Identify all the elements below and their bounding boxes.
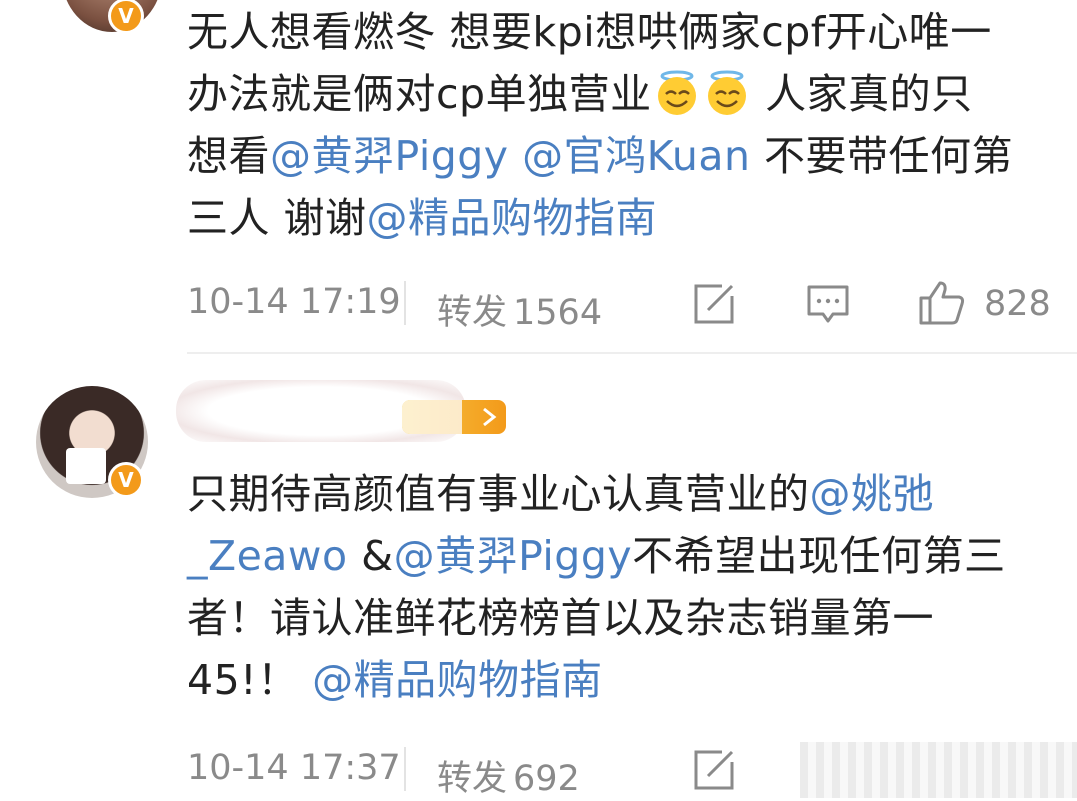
angel-emoji bbox=[707, 70, 746, 115]
watermark-overlay bbox=[800, 742, 1077, 798]
chevron-right-icon bbox=[483, 407, 497, 427]
mention-link[interactable]: @姚弛 bbox=[810, 470, 935, 518]
comment-line: 无人想看燃冬 想要kpi想哄俩家cpf开心唯一 bbox=[187, 8, 992, 56]
repost-label: 转发 bbox=[437, 759, 508, 799]
divider bbox=[404, 747, 406, 791]
repost-count: 1564 bbox=[513, 293, 603, 333]
comment-text: 无人想看燃冬 想要kpi想哄俩家cpf开心唯一 办法就是俩对cp单独营业 人家真… bbox=[187, 1, 1047, 249]
comment-line: 三人 谢谢@精品购物指南 bbox=[187, 194, 658, 242]
comment-line: 45!！ @精品购物指南 bbox=[187, 656, 603, 704]
like-count: 828 bbox=[984, 284, 1051, 324]
mention-link[interactable]: @黄羿Piggy bbox=[394, 532, 633, 580]
level-badge bbox=[402, 400, 506, 434]
edit-icon[interactable] bbox=[692, 282, 736, 326]
comment-line: 者！请认准鲜花榜榜首以及杂志销量第一 bbox=[187, 594, 934, 642]
repost-label: 转发 bbox=[437, 293, 508, 333]
verified-badge: V bbox=[108, 462, 144, 498]
verified-badge: V bbox=[108, 0, 144, 34]
edit-icon[interactable] bbox=[692, 748, 736, 792]
avatar-mug bbox=[66, 448, 106, 484]
timestamp: 10-14 17:19 bbox=[187, 282, 401, 322]
comment-icon[interactable] bbox=[806, 284, 850, 324]
mention-link[interactable]: _Zeawo bbox=[187, 532, 348, 580]
comment-line: 办法就是俩对cp单独营业 人家真的只 bbox=[187, 70, 973, 118]
timestamp: 10-14 17:37 bbox=[187, 748, 401, 788]
repost-count: 692 bbox=[513, 759, 580, 799]
divider bbox=[404, 281, 406, 325]
comment-line: 想看@黄羿Piggy @官鸿Kuan 不要带任何第 bbox=[187, 132, 1014, 180]
mention-link[interactable]: @官鸿Kuan bbox=[509, 132, 751, 180]
mention-link[interactable]: @黄羿Piggy bbox=[270, 132, 509, 180]
comment-text: 只期待高颜值有事业心认真营业的@姚弛 _Zeawo &@黄羿Piggy不希望出现… bbox=[187, 463, 1047, 711]
mention-link[interactable]: @精品购物指南 bbox=[299, 656, 603, 704]
comment-line: _Zeawo &@黄羿Piggy不希望出现任何第三 bbox=[187, 532, 1006, 580]
repost-button[interactable]: 转发 1564 bbox=[437, 284, 602, 335]
like-icon[interactable] bbox=[918, 280, 966, 326]
level-badge-mask bbox=[402, 400, 462, 434]
repost-button[interactable]: 转发 692 bbox=[437, 750, 580, 801]
mention-link[interactable]: @精品购物指南 bbox=[367, 194, 658, 242]
comment-divider bbox=[187, 352, 1077, 354]
comment-line: 只期待高颜值有事业心认真营业的@姚弛 bbox=[187, 470, 935, 518]
angel-emoji bbox=[657, 70, 696, 115]
